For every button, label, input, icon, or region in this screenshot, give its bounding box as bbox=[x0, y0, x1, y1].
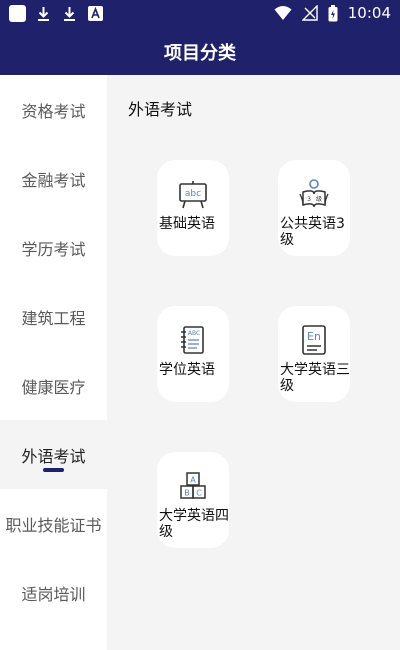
notification-icons bbox=[9, 5, 104, 22]
download-icon bbox=[61, 5, 78, 22]
abc-blocks-icon: A B C bbox=[180, 472, 206, 499]
svg-text:级: 级 bbox=[316, 195, 322, 203]
sidebar-item-label: 资格考试 bbox=[21, 101, 86, 121]
svg-text:En: En bbox=[307, 330, 321, 343]
sidebar-item-qualification[interactable]: 资格考试 bbox=[0, 75, 107, 144]
course-card-college-english-3[interactable]: En 大学英语三级 bbox=[278, 306, 350, 402]
sidebar-item-health[interactable]: 健康医疗 bbox=[0, 351, 107, 420]
app-notification-icon bbox=[9, 5, 26, 22]
sidebar-item-finance[interactable]: 金融考试 bbox=[0, 144, 107, 213]
page-title: 项目分类 bbox=[164, 43, 236, 64]
sidebar-item-label: 建筑工程 bbox=[21, 308, 86, 328]
clock: 10:04 bbox=[347, 4, 391, 22]
sidebar-item-label: 金融考试 bbox=[21, 170, 86, 190]
course-card-degree-english[interactable]: ABC 学位英语 bbox=[157, 306, 229, 402]
course-card-college-english-4[interactable]: A B C 大学英语四级 bbox=[157, 452, 229, 548]
sidebar-item-education[interactable]: 学历考试 bbox=[0, 213, 107, 282]
system-icons: 10:04 bbox=[274, 4, 391, 22]
no-signal-icon bbox=[301, 5, 318, 21]
svg-text:ABC: ABC bbox=[188, 330, 200, 337]
sidebar-item-label: 职业技能证书 bbox=[5, 515, 102, 535]
category-content: 外语考试 abc 基础英语 3 级 公共英语3级 ABC 学位英语 En 大学英… bbox=[107, 75, 400, 650]
en-book-icon: En bbox=[302, 325, 326, 355]
sidebar-item-foreign-language[interactable]: 外语考试 bbox=[0, 420, 107, 489]
sidebar-item-vocational[interactable]: 职业技能证书 bbox=[0, 489, 107, 558]
category-title: 外语考试 bbox=[128, 100, 193, 119]
svg-text:A: A bbox=[190, 476, 196, 485]
card-label: 公共英语3级 bbox=[280, 216, 345, 248]
notebook-icon: ABC bbox=[181, 326, 204, 354]
wifi-icon bbox=[274, 6, 292, 20]
status-bar: 10:04 bbox=[0, 0, 400, 27]
font-icon bbox=[87, 5, 104, 22]
sidebar-item-label: 健康医疗 bbox=[21, 377, 86, 397]
svg-text:B: B bbox=[184, 489, 190, 498]
active-indicator bbox=[43, 468, 64, 472]
abc-board-icon: abc bbox=[179, 181, 207, 209]
course-card-public-english-3[interactable]: 3 级 公共英语3级 bbox=[278, 160, 350, 256]
card-label: 学位英语 bbox=[159, 362, 215, 378]
sidebar-item-label: 适岗培训 bbox=[21, 584, 86, 604]
sidebar-item-construction[interactable]: 建筑工程 bbox=[0, 282, 107, 351]
card-label: 基础英语 bbox=[159, 216, 215, 232]
card-label: 大学英语三级 bbox=[280, 362, 350, 394]
download-icon bbox=[35, 5, 52, 22]
course-card-basic-english[interactable]: abc 基础英语 bbox=[157, 160, 229, 256]
sidebar-item-label: 外语考试 bbox=[21, 446, 86, 466]
sidebar-item-training[interactable]: 适岗培训 bbox=[0, 558, 107, 627]
card-label: 大学英语四级 bbox=[159, 508, 229, 540]
title-bar: 项目分类 bbox=[0, 27, 400, 75]
svg-text:abc: abc bbox=[185, 189, 201, 199]
svg-text:3: 3 bbox=[307, 196, 311, 203]
battery-icon bbox=[328, 4, 338, 21]
reading-person-icon: 3 级 bbox=[299, 179, 329, 208]
sidebar-item-label: 学历考试 bbox=[21, 239, 86, 259]
category-sidebar: 资格考试 金融考试 学历考试 建筑工程 健康医疗 外语考试 职业技能证书 适岗培… bbox=[0, 75, 107, 650]
svg-text:C: C bbox=[196, 489, 202, 498]
